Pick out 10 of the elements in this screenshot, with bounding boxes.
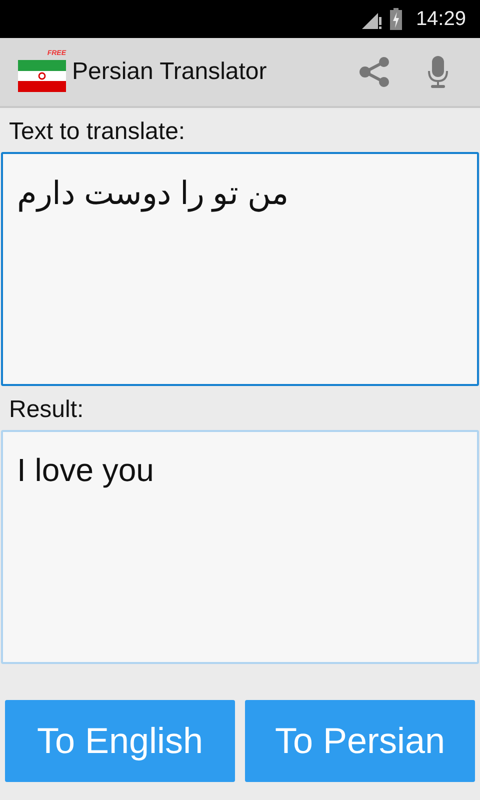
app-title: Persian Translator [72, 58, 268, 86]
microphone-icon [426, 55, 450, 89]
flag-icon [18, 60, 66, 92]
result-label: Result: [8, 395, 85, 425]
battery-icon [390, 8, 402, 30]
result-field[interactable]: I love you [1, 430, 479, 664]
clock-time: 14:29 [416, 8, 466, 30]
input-label: Text to translate: [8, 117, 186, 147]
share-icon [358, 55, 392, 89]
input-field[interactable]: من تو را دوست دارم [1, 152, 479, 386]
